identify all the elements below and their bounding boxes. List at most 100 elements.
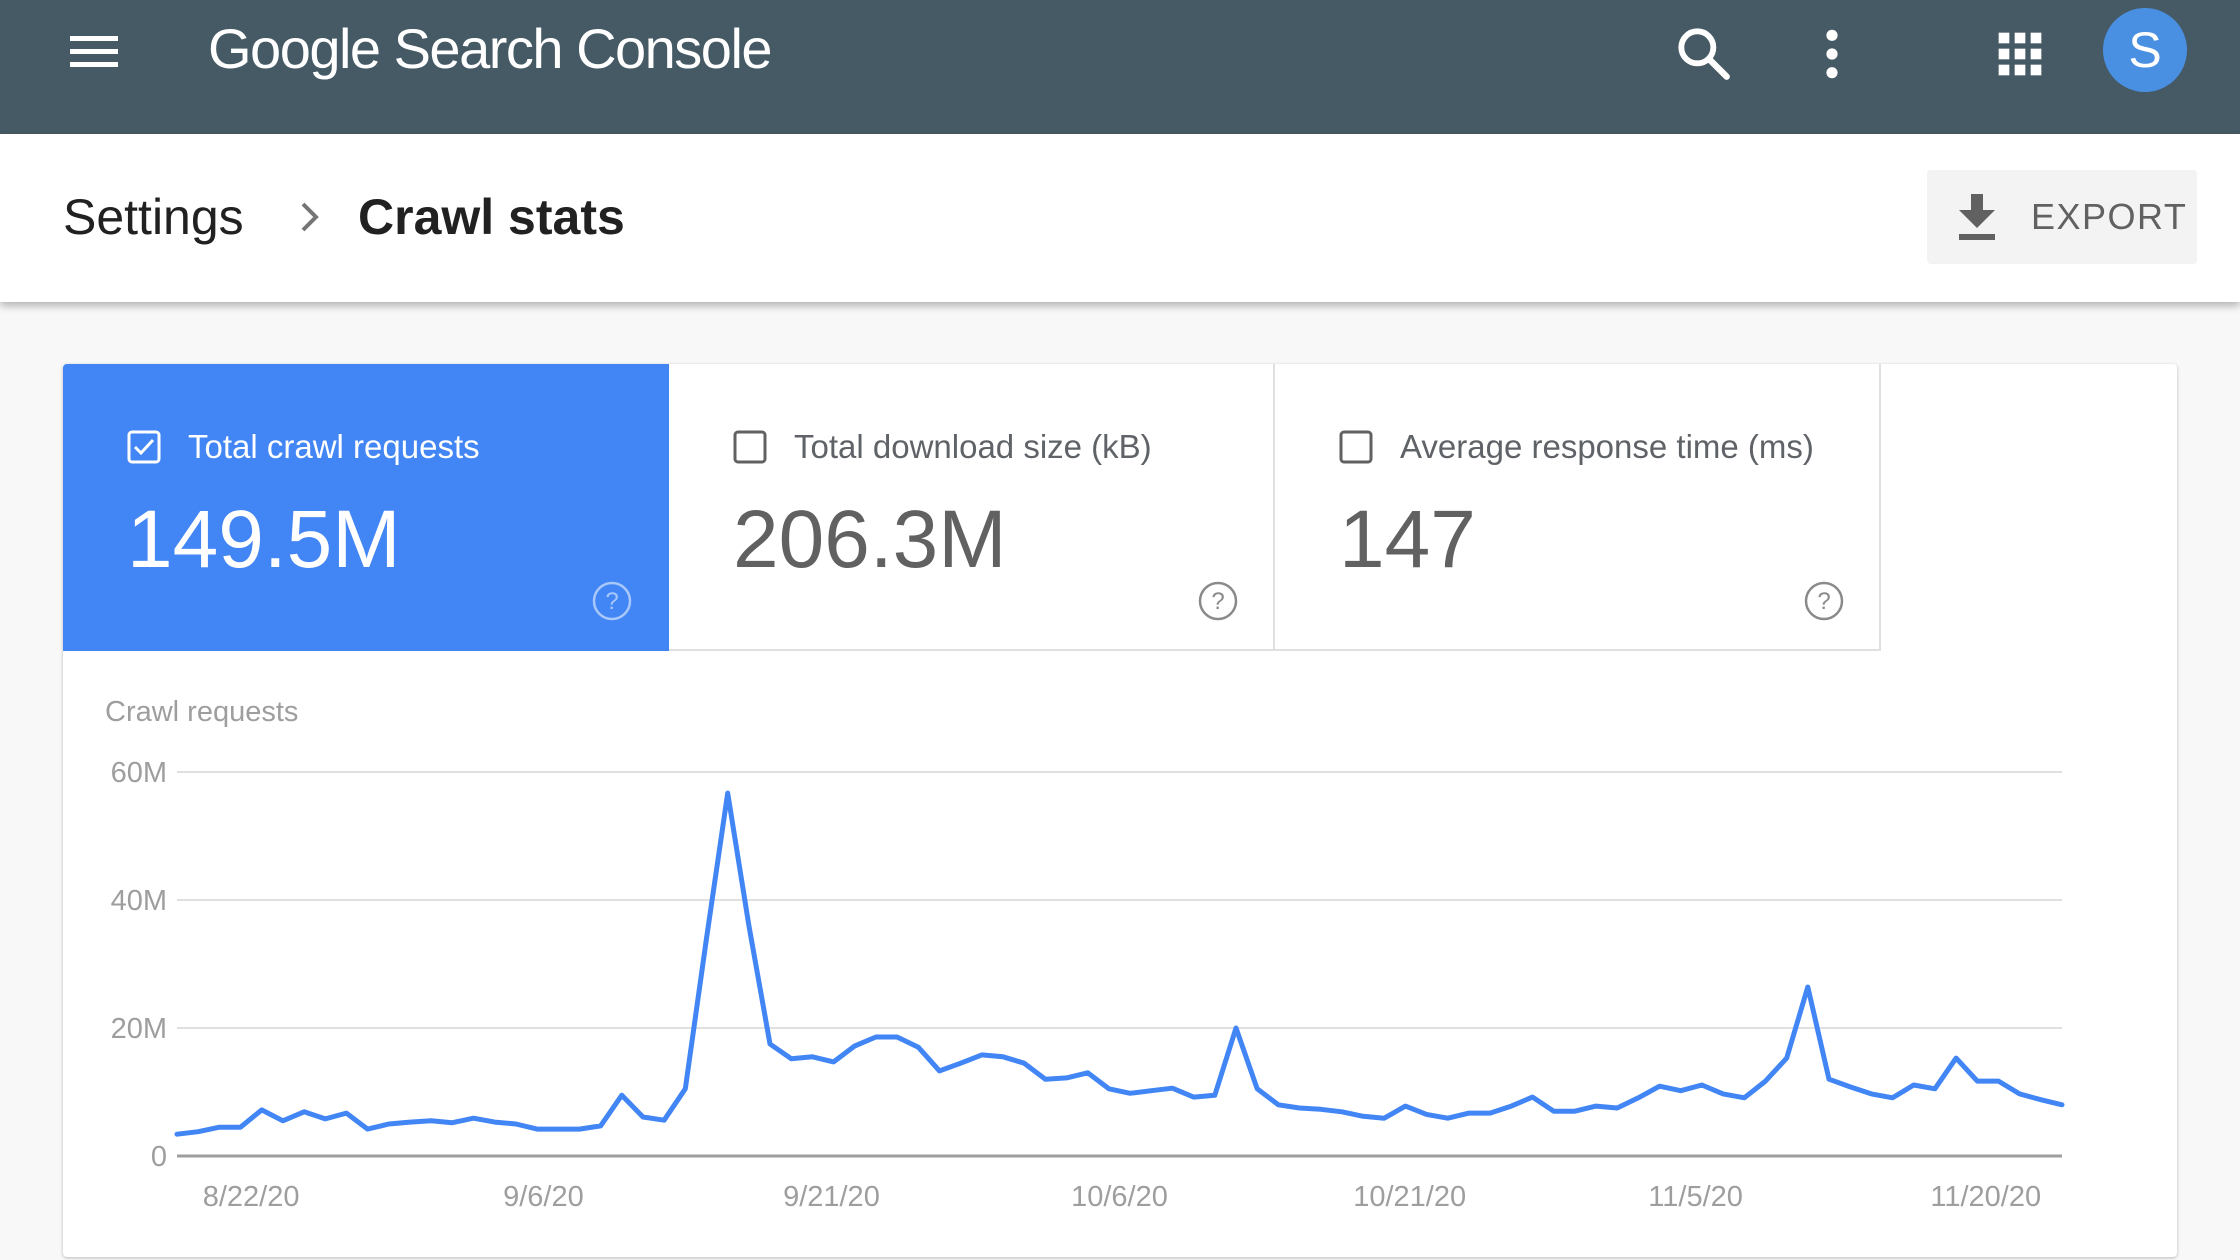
data-point[interactable] [1609, 1100, 1625, 1116]
data-point[interactable] [698, 930, 714, 946]
data-point[interactable] [1101, 1081, 1117, 1097]
data-point[interactable] [1164, 1080, 1180, 1096]
data-point[interactable] [466, 1110, 482, 1126]
data-point[interactable] [423, 1113, 439, 1129]
data-point[interactable] [1588, 1098, 1604, 1114]
data-point[interactable] [296, 1104, 312, 1120]
data-point[interactable] [1016, 1055, 1032, 1071]
data-point[interactable] [233, 1119, 249, 1135]
data-point[interactable] [487, 1114, 503, 1130]
data-point[interactable] [1525, 1089, 1541, 1105]
data-point[interactable] [656, 1112, 672, 1128]
export-button[interactable]: EXPORT [1927, 170, 2197, 264]
data-point[interactable] [2012, 1086, 2028, 1102]
data-point[interactable] [2033, 1092, 2049, 1108]
data-point[interactable] [1228, 1020, 1244, 1036]
data-point[interactable] [1948, 1050, 1964, 1066]
data-point[interactable] [1757, 1073, 1773, 1089]
data-point[interactable] [1207, 1087, 1223, 1103]
data-point[interactable] [1186, 1089, 1202, 1105]
data-point[interactable] [953, 1055, 969, 1071]
data-point[interactable] [762, 1036, 778, 1052]
data-point[interactable] [1122, 1085, 1138, 1101]
data-point[interactable] [169, 1126, 185, 1142]
data-point[interactable] [402, 1114, 418, 1130]
data-point[interactable] [317, 1111, 333, 1127]
product-logo[interactable]: Google Search Console [208, 14, 773, 84]
data-point[interactable] [910, 1039, 926, 1055]
x-tick-label: 11/5/20 [1648, 1181, 1743, 1213]
data-point[interactable] [275, 1113, 291, 1129]
data-point[interactable] [1440, 1110, 1456, 1126]
data-point[interactable] [1037, 1071, 1053, 1087]
data-point[interactable] [381, 1116, 397, 1132]
data-point[interactable] [1482, 1105, 1498, 1121]
data-point[interactable] [1990, 1073, 2006, 1089]
data-point[interactable] [1800, 979, 1816, 995]
data-point[interactable] [677, 1081, 693, 1097]
apps-grid-icon[interactable] [1988, 22, 2052, 86]
data-point[interactable] [847, 1038, 863, 1054]
breadcrumb-settings-link[interactable]: Settings [63, 182, 244, 252]
data-point[interactable] [1779, 1050, 1795, 1066]
data-point[interactable] [2054, 1097, 2070, 1113]
data-point[interactable] [1355, 1108, 1371, 1124]
data-point[interactable] [635, 1109, 651, 1125]
data-point[interactable] [444, 1115, 460, 1131]
data-point[interactable] [783, 1051, 799, 1067]
data-point[interactable] [1842, 1079, 1858, 1095]
hamburger-menu-icon[interactable] [70, 36, 118, 68]
data-point[interactable] [1885, 1090, 1901, 1106]
data-point[interactable] [1419, 1106, 1435, 1122]
series-line-total-crawl-requests [174, 790, 2065, 1137]
data-point[interactable] [1313, 1101, 1329, 1117]
data-point[interactable] [1567, 1103, 1583, 1119]
data-point[interactable] [974, 1047, 990, 1063]
data-point[interactable] [1736, 1090, 1752, 1106]
data-point[interactable] [1461, 1105, 1477, 1121]
data-point[interactable] [1821, 1071, 1837, 1087]
data-point[interactable] [360, 1121, 376, 1137]
data-point[interactable] [1652, 1078, 1668, 1094]
data-point[interactable] [1334, 1104, 1350, 1120]
data-point[interactable] [1673, 1083, 1689, 1099]
data-point[interactable] [868, 1029, 884, 1045]
data-point[interactable] [1694, 1077, 1710, 1093]
data-point[interactable] [741, 918, 757, 934]
data-point[interactable] [1080, 1065, 1096, 1081]
data-point[interactable] [1503, 1098, 1519, 1114]
data-point[interactable] [190, 1124, 206, 1140]
data-point[interactable] [211, 1119, 227, 1135]
data-point[interactable] [826, 1054, 842, 1070]
data-point[interactable] [1715, 1086, 1731, 1102]
data-point[interactable] [1863, 1086, 1879, 1102]
data-point[interactable] [550, 1121, 566, 1137]
data-point[interactable] [1927, 1081, 1943, 1097]
data-point[interactable] [529, 1121, 545, 1137]
data-point[interactable] [614, 1087, 630, 1103]
data-point[interactable] [593, 1118, 609, 1134]
data-point[interactable] [1969, 1073, 1985, 1089]
search-icon[interactable] [1672, 22, 1736, 86]
data-point[interactable] [1906, 1077, 1922, 1093]
data-point[interactable] [720, 785, 736, 801]
data-point[interactable] [931, 1063, 947, 1079]
data-point[interactable] [1270, 1097, 1286, 1113]
data-point[interactable] [889, 1029, 905, 1045]
data-point[interactable] [995, 1049, 1011, 1065]
data-point[interactable] [1249, 1081, 1265, 1097]
more-vert-icon[interactable] [1800, 22, 1864, 86]
data-point[interactable] [1630, 1090, 1646, 1106]
data-point[interactable] [1292, 1100, 1308, 1116]
data-point[interactable] [1143, 1083, 1159, 1099]
data-point[interactable] [1059, 1070, 1075, 1086]
data-point[interactable] [1397, 1098, 1413, 1114]
data-point[interactable] [254, 1102, 270, 1118]
data-point[interactable] [571, 1121, 587, 1137]
data-point[interactable] [1546, 1103, 1562, 1119]
account-avatar[interactable]: S [2103, 8, 2187, 92]
data-point[interactable] [804, 1049, 820, 1065]
data-point[interactable] [508, 1116, 524, 1132]
data-point[interactable] [338, 1105, 354, 1121]
data-point[interactable] [1376, 1110, 1392, 1126]
